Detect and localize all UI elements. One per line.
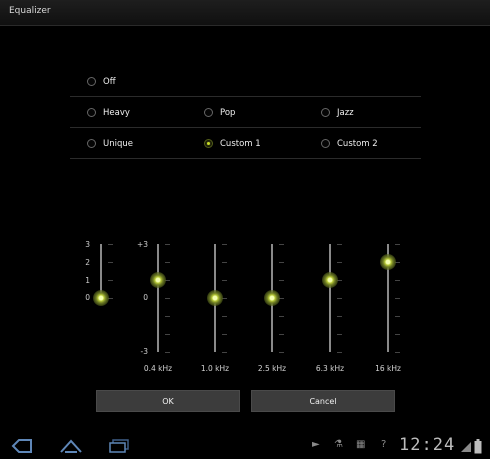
- band-slider-knob[interactable]: [322, 272, 338, 288]
- band-scale-mid: 0: [143, 293, 148, 302]
- slider-tick: [337, 298, 342, 299]
- preset-heavy[interactable]: Heavy: [87, 97, 130, 128]
- preset-unique[interactable]: Unique: [87, 128, 133, 159]
- help-icon[interactable]: ?: [381, 439, 386, 450]
- battery-icon: [474, 439, 482, 454]
- band-frequency-label: 16 kHz: [375, 364, 401, 373]
- radio-button-checked[interactable]: [204, 139, 213, 148]
- slider-tick: [165, 262, 170, 263]
- band-frequency-label: 0.4 kHz: [143, 364, 173, 373]
- back-icon[interactable]: [11, 439, 33, 453]
- band-slider-knob[interactable]: [207, 290, 223, 306]
- notification-icon[interactable]: ▦: [356, 439, 365, 450]
- radio-button[interactable]: [87, 77, 96, 86]
- preset-label: Heavy: [103, 107, 130, 118]
- system-bar: ► ⚗ ▦ ? 12:24: [0, 433, 490, 459]
- radio-button[interactable]: [321, 108, 330, 117]
- slider-tick: [165, 298, 170, 299]
- preset-row-2: Heavy Pop Jazz: [70, 97, 421, 128]
- slider-tick: [337, 316, 342, 317]
- slider-tick: [395, 244, 400, 245]
- slider-tick: [337, 352, 342, 353]
- band-slider-knob[interactable]: [264, 290, 280, 306]
- preset-row-3: Unique Custom 1 Custom 2: [70, 128, 421, 159]
- preset-pop[interactable]: Pop: [204, 97, 235, 128]
- debug-icon: ⚗: [334, 439, 343, 450]
- slider-tick: [279, 280, 284, 281]
- slider-tick: [395, 334, 400, 335]
- slider-tick: [395, 298, 400, 299]
- band-scale-min: -3: [140, 347, 148, 356]
- slider-tick: [337, 244, 342, 245]
- slider-tick: [222, 316, 227, 317]
- slider-tick: [395, 352, 400, 353]
- band-scale-max: +3: [136, 240, 148, 249]
- preset-label: Unique: [103, 138, 133, 149]
- equalizer-panel: 3 2 1 0 +3 0 -3 0.4 kHz 1.0 kHz 2.5 kHz 6.3…: [0, 230, 490, 380]
- slider-tick: [395, 316, 400, 317]
- slider-tick: [222, 280, 227, 281]
- home-icon[interactable]: [59, 438, 83, 454]
- usb-icon: ►: [312, 439, 320, 450]
- slider-tick: [222, 262, 227, 263]
- preset-custom-1[interactable]: Custom 1: [204, 128, 261, 159]
- preset-label: Custom 1: [220, 138, 261, 149]
- radio-button[interactable]: [87, 139, 96, 148]
- signal-icon: [461, 442, 471, 452]
- preamp-scale-label: 3: [85, 240, 90, 249]
- preset-off[interactable]: Off: [87, 66, 116, 97]
- slider-tick: [395, 280, 400, 281]
- preset-label: Jazz: [337, 107, 354, 118]
- preamp-scale-label: 2: [85, 258, 90, 267]
- slider-tick: [337, 334, 342, 335]
- slider-tick: [222, 334, 227, 335]
- radio-button[interactable]: [321, 139, 330, 148]
- slider-tick: [279, 244, 284, 245]
- title-bar: Equalizer: [0, 0, 490, 26]
- slider-tick: [279, 316, 284, 317]
- slider-tick: [165, 334, 170, 335]
- band-slider-track[interactable]: [329, 244, 331, 352]
- preset-label: Pop: [220, 107, 236, 118]
- recent-apps-icon[interactable]: [108, 439, 130, 453]
- slider-tick: [108, 244, 113, 245]
- slider-tick: [165, 352, 170, 353]
- preamp-slider-knob[interactable]: [93, 290, 109, 306]
- ok-button[interactable]: OK: [96, 390, 240, 412]
- band-slider-knob[interactable]: [380, 254, 396, 270]
- radio-button[interactable]: [204, 108, 213, 117]
- slider-tick: [108, 280, 113, 281]
- slider-tick: [279, 352, 284, 353]
- slider-tick: [165, 244, 170, 245]
- preset-label: Custom 2: [337, 138, 378, 149]
- preset-label: Off: [103, 76, 116, 87]
- radio-button[interactable]: [87, 108, 96, 117]
- slider-tick: [222, 244, 227, 245]
- slider-tick: [279, 262, 284, 263]
- preamp-scale-label: 1: [85, 276, 90, 285]
- band-frequency-label: 2.5 kHz: [257, 364, 287, 373]
- preamp-scale-label: 0: [85, 293, 90, 302]
- band-slider-track[interactable]: [157, 244, 159, 352]
- band-slider-knob[interactable]: [150, 272, 166, 288]
- slider-tick: [108, 262, 113, 263]
- slider-tick: [222, 352, 227, 353]
- window-title: Equalizer: [9, 6, 51, 16]
- band-frequency-label: 1.0 kHz: [200, 364, 230, 373]
- clock: 12:24: [399, 435, 456, 455]
- slider-tick: [279, 334, 284, 335]
- slider-tick: [337, 262, 342, 263]
- preset-row-1: Off: [70, 66, 421, 97]
- band-frequency-label: 6.3 kHz: [315, 364, 345, 373]
- slider-tick: [165, 316, 170, 317]
- preset-jazz[interactable]: Jazz: [321, 97, 354, 128]
- preset-custom-2[interactable]: Custom 2: [321, 128, 378, 159]
- cancel-button[interactable]: Cancel: [251, 390, 395, 412]
